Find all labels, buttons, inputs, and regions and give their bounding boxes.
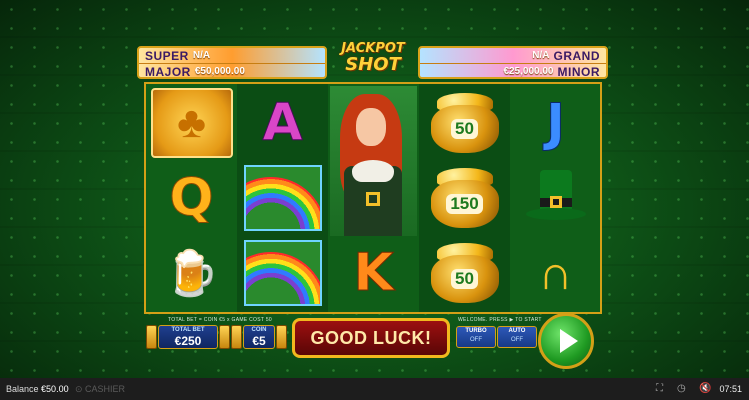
mute-icon[interactable]: 🔇	[699, 383, 711, 394]
coin-increase-button[interactable]	[276, 325, 287, 349]
symbol-letter-q: Q	[149, 162, 234, 234]
rainbow-icon	[243, 240, 322, 306]
clover-icon: ♣	[150, 88, 233, 158]
coin-decrease-button[interactable]	[231, 325, 242, 349]
welcome-text: WELCOME. PRESS ▶ TO START	[458, 317, 542, 323]
play-icon	[559, 329, 578, 353]
reel-grid: ♣ Q 🍺 A K 50 150 50 J ∩	[144, 82, 602, 314]
jackpot-logo-line2: SHOT	[345, 54, 401, 75]
auto-value: OFF	[511, 337, 523, 343]
symbol-horseshoe: ∩	[513, 237, 598, 309]
cashier-label: CASHIER	[85, 384, 126, 394]
bet-info-text: TOTAL BET = COIN €5 x GAME COST 50	[168, 317, 272, 323]
total-bet-control: TOTAL BET €250	[158, 325, 218, 349]
auto-label: AUTO	[508, 328, 526, 334]
turbo-value: OFF	[470, 337, 482, 343]
jackpot-minor-label: MINOR	[557, 64, 600, 79]
letter-a: A	[262, 93, 303, 154]
jackpot-panel-right: N/A GRAND €25,000.00 MINOR	[418, 46, 608, 79]
letter-j: J	[545, 93, 566, 154]
turbo-toggle[interactable]: TURBO OFF	[456, 326, 496, 348]
symbol-rainbow	[240, 237, 325, 309]
leprechaun-hat-icon	[525, 168, 586, 228]
status-bar: Balance €50.00 ⊙ CASHIER ⛶ ◷ 🔇 07:51	[0, 378, 749, 400]
balance-value: €50.00	[41, 384, 69, 394]
symbol-letter-j: J	[513, 87, 598, 159]
coin-label: COIN	[251, 327, 267, 333]
pot-value: 150	[446, 194, 483, 214]
balance-display: Balance €50.00	[6, 384, 69, 394]
turbo-label: TURBO	[465, 328, 487, 334]
symbol-letter-k: K	[331, 237, 416, 309]
coin-value: €5	[252, 334, 266, 348]
jackpot-logo: JACKPOT SHOT	[326, 42, 420, 74]
symbol-letter-a: A	[240, 87, 325, 159]
rainbow-icon	[243, 165, 322, 231]
total-bet-label: TOTAL BET	[171, 327, 205, 333]
clock: 07:51	[719, 384, 742, 394]
letter-k: K	[353, 243, 394, 304]
spin-button[interactable]	[538, 313, 594, 369]
symbol-beer: 🍺	[149, 237, 234, 309]
leprechaun-girl-wild-icon	[330, 86, 417, 236]
pot-of-gold-icon: 50	[430, 93, 499, 153]
symbol-rainbow	[240, 162, 325, 234]
total-bet-increase-button[interactable]	[219, 325, 230, 349]
pot-of-gold-icon: 50	[430, 243, 499, 303]
jackpot-major-value: €50,000.00	[194, 66, 245, 77]
reel-5: J ∩	[510, 84, 601, 312]
jackpot-super-label: SUPER	[145, 48, 189, 63]
jackpot-minor-value: €25,000.00	[503, 66, 554, 77]
reel-1: ♣ Q 🍺	[146, 84, 237, 312]
cashier-button[interactable]: ⊙ CASHIER	[75, 384, 125, 395]
reel-4: 50 150 50	[419, 84, 510, 312]
total-bet-value: €250	[174, 334, 202, 348]
jackpot-grand-value: N/A	[532, 50, 550, 61]
jackpot-major-label: MAJOR	[145, 64, 191, 79]
pot-value: 50	[451, 269, 478, 289]
letter-q: Q	[169, 168, 214, 229]
history-icon[interactable]: ◷	[677, 383, 686, 394]
symbol-hat	[513, 162, 598, 234]
balance-label: Balance	[6, 384, 39, 394]
jackpot-grand-label: GRAND	[553, 48, 600, 63]
pot-of-gold-icon: 150	[430, 168, 499, 228]
jackpot-super-value: N/A	[192, 50, 211, 61]
total-bet-decrease-button[interactable]	[146, 325, 157, 349]
reel-3: K	[328, 84, 419, 312]
pot-value: 50	[451, 119, 478, 139]
beer-mugs-icon: 🍺	[164, 249, 219, 298]
symbol-pot-of-gold: 50	[422, 87, 507, 159]
symbol-clover: ♣	[149, 87, 234, 159]
jackpot-panel-left: SUPER N/A MAJOR €50,000.00	[137, 46, 327, 79]
reel-2: A	[237, 84, 328, 312]
fullscreen-icon[interactable]: ⛶	[656, 383, 663, 394]
auto-toggle[interactable]: AUTO OFF	[497, 326, 537, 348]
symbol-pot-of-gold: 150	[422, 162, 507, 234]
message-banner: GOOD LUCK!	[292, 318, 450, 358]
coin-control: COIN €5	[243, 325, 275, 349]
symbol-pot-of-gold: 50	[422, 237, 507, 309]
horseshoe-icon: ∩	[538, 246, 573, 300]
